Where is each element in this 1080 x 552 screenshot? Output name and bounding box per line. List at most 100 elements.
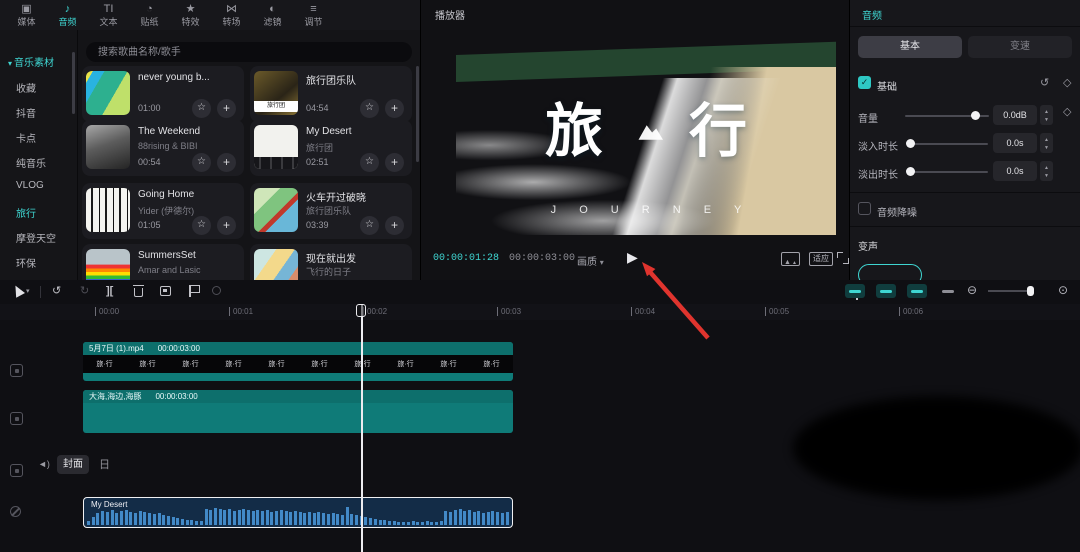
fade-out-slider-handle[interactable] xyxy=(906,167,915,176)
track-toggle-icon[interactable] xyxy=(10,364,23,377)
fade-in-value[interactable]: 0.0s xyxy=(993,133,1037,153)
volume-slider[interactable] xyxy=(905,115,989,117)
music-scrollbar[interactable] xyxy=(416,66,419,162)
speaker-icon[interactable]: ◄) xyxy=(38,459,50,469)
fit-button[interactable]: 适应 xyxy=(809,252,833,266)
search-input[interactable] xyxy=(86,42,412,62)
favorite-button[interactable]: ☆ xyxy=(192,99,211,118)
delete-icon[interactable] xyxy=(134,288,143,297)
favorite-button[interactable]: ☆ xyxy=(192,153,211,172)
keyframe-icon[interactable]: ◇ xyxy=(1063,105,1071,118)
select-tool-dropdown-icon[interactable]: ▾ xyxy=(26,287,30,295)
sidebar-item-douyin[interactable]: 抖音 xyxy=(16,105,36,120)
music-card[interactable]: 现在就出发 飞行的日子 xyxy=(250,244,412,280)
keyframe-icon[interactable]: ◇ xyxy=(1063,76,1071,89)
fade-in-slider-handle[interactable] xyxy=(906,139,915,148)
music-card[interactable]: Going Home Yider (伊德尔) 01:05 ☆ + xyxy=(82,183,244,239)
add-to-track-button[interactable]: + xyxy=(217,99,236,118)
select-tool-icon[interactable] xyxy=(11,283,25,297)
tab-speed[interactable]: 变速 xyxy=(968,36,1072,58)
sidebar-item-eco[interactable]: 环保 xyxy=(16,255,36,270)
fade-in-stepper[interactable]: ▲▼ xyxy=(1040,133,1053,153)
sidebar-item-favorites[interactable]: 收藏 xyxy=(16,80,36,95)
add-to-track-button[interactable]: + xyxy=(217,153,236,172)
favorite-button[interactable]: ☆ xyxy=(360,99,379,118)
zoom-fit-icon[interactable]: ⊙ xyxy=(1058,283,1068,297)
fade-out-slider[interactable] xyxy=(908,171,988,173)
track-toggle-icon[interactable] xyxy=(10,464,23,477)
zoom-out-icon[interactable]: ⊖ xyxy=(967,283,977,297)
music-card[interactable]: 火车开过破晓 旅行团乐队 03:39 ☆ + xyxy=(250,183,412,239)
flag-icon[interactable] xyxy=(189,285,191,297)
tab-filter[interactable]: ◐滤镜 xyxy=(254,3,291,27)
sidebar-group-music-assets[interactable]: ▾音乐素材 xyxy=(8,54,54,69)
sidebar-item-instrumental[interactable]: 纯音乐 xyxy=(16,155,46,170)
snapshot-icon[interactable] xyxy=(781,252,800,266)
sidebar-item-modernsky[interactable]: 摩登天空 xyxy=(16,230,56,245)
add-to-track-button[interactable]: + xyxy=(385,216,404,235)
reset-icon[interactable]: ↺ xyxy=(1040,76,1049,89)
favorite-button[interactable]: ☆ xyxy=(360,153,379,172)
tab-sticker[interactable]: ◔贴纸 xyxy=(131,3,168,27)
add-to-track-button[interactable]: + xyxy=(385,99,404,118)
record-icon[interactable] xyxy=(212,286,221,295)
play-button[interactable]: ▶ xyxy=(627,249,638,266)
magnet-snap-toggle[interactable] xyxy=(845,284,865,298)
music-card[interactable]: My Desert 旅行团 02:51 ☆ + xyxy=(250,120,412,176)
quality-dropdown[interactable]: 画质 ▾ xyxy=(577,253,604,268)
tab-transition[interactable]: ⋈转场 xyxy=(213,3,250,27)
denoise-checkbox[interactable] xyxy=(858,202,871,215)
playhead-handle[interactable] xyxy=(356,304,366,317)
sidebar-item-beat[interactable]: 卡点 xyxy=(16,130,36,145)
sidebar-item-travel[interactable]: 旅行 xyxy=(16,205,36,220)
voice-effect-option[interactable] xyxy=(858,264,922,280)
split-icon[interactable]: ][ xyxy=(106,284,113,298)
redo-icon[interactable]: ↻ xyxy=(80,284,89,298)
fade-out-stepper[interactable]: ▲▼ xyxy=(1040,161,1053,181)
tab-text[interactable]: TI文本 xyxy=(90,3,127,27)
cover-button[interactable]: 封面 xyxy=(57,455,89,474)
timeline-zoom-slider[interactable] xyxy=(988,290,1032,292)
timeline-zoom-handle[interactable] xyxy=(1027,286,1034,296)
audio-clip-my-desert[interactable]: My Desert xyxy=(83,497,513,528)
volume-stepper[interactable]: ▲▼ xyxy=(1040,105,1053,125)
freeze-frame-icon[interactable] xyxy=(160,286,171,296)
track-toggle-icon[interactable] xyxy=(10,412,23,425)
video-editor-app: ▣媒体 ♪音频 TI文本 ◔贴纸 ★特效 ⋈转场 ◐滤镜 ≡调节 ▾音乐素材 收… xyxy=(0,0,1080,552)
playhead-line[interactable] xyxy=(361,304,363,552)
album-art xyxy=(86,125,130,169)
favorite-button[interactable]: ☆ xyxy=(360,216,379,235)
tab-audio[interactable]: ♪音频 xyxy=(49,3,86,27)
time-ruler[interactable]: 00:00 00:01 00:02 00:03 00:04 00:05 00:0… xyxy=(0,304,1080,320)
sidebar-scrollbar[interactable] xyxy=(72,52,75,114)
mute-track-icon[interactable] xyxy=(10,506,21,517)
music-category-sidebar: ▾音乐素材 收藏 抖音 卡点 纯音乐 VLOG 旅行 摩登天空 环保 xyxy=(0,30,78,280)
video-clip-sea[interactable]: 大海,海边,海豚00:00:03:00 xyxy=(83,390,513,433)
basic-checkbox[interactable]: ✓ xyxy=(858,76,871,89)
music-card[interactable]: never young b... 01:00 ☆ + xyxy=(82,66,244,122)
preview-axis-toggle[interactable] xyxy=(907,284,927,298)
favorite-button[interactable]: ☆ xyxy=(192,216,211,235)
tab-basic[interactable]: 基本 xyxy=(858,36,962,58)
tab-effects[interactable]: ★特效 xyxy=(172,3,209,27)
add-to-track-button[interactable]: + xyxy=(217,216,236,235)
music-card[interactable]: SummersSet Amar and Lasic xyxy=(82,244,244,280)
fade-in-slider[interactable] xyxy=(908,143,988,145)
panel-switch-toggle[interactable] xyxy=(938,284,958,298)
volume-value[interactable]: 0.0dB xyxy=(993,105,1037,125)
undo-icon[interactable]: ↺ xyxy=(52,284,61,298)
volume-slider-handle[interactable] xyxy=(971,111,980,120)
fade-out-value[interactable]: 0.0s xyxy=(993,161,1037,181)
video-preview[interactable]: 旅行 J O U R N E Y xyxy=(456,25,836,235)
tab-media[interactable]: ▣媒体 xyxy=(8,3,45,27)
tab-adjust[interactable]: ≡调节 xyxy=(295,3,332,27)
music-card[interactable]: 旅行团 旅行团乐队 04:54 ☆ + xyxy=(250,66,412,122)
fullscreen-icon[interactable] xyxy=(837,252,849,264)
add-to-track-button[interactable]: + xyxy=(385,153,404,172)
music-card[interactable]: The Weekend 88rising & BIBI 00:54 ☆ + xyxy=(82,120,244,176)
link-toggle[interactable] xyxy=(876,284,896,298)
video-clip-title[interactable]: 5月7日 (1).mp400:00:03:00 旅·行旅·行旅·行旅·行旅·行旅… xyxy=(83,342,513,381)
main-track-icon[interactable]: 日 xyxy=(99,456,110,472)
chevron-down-icon: ▾ xyxy=(8,59,12,68)
sidebar-item-vlog[interactable]: VLOG xyxy=(16,180,44,191)
